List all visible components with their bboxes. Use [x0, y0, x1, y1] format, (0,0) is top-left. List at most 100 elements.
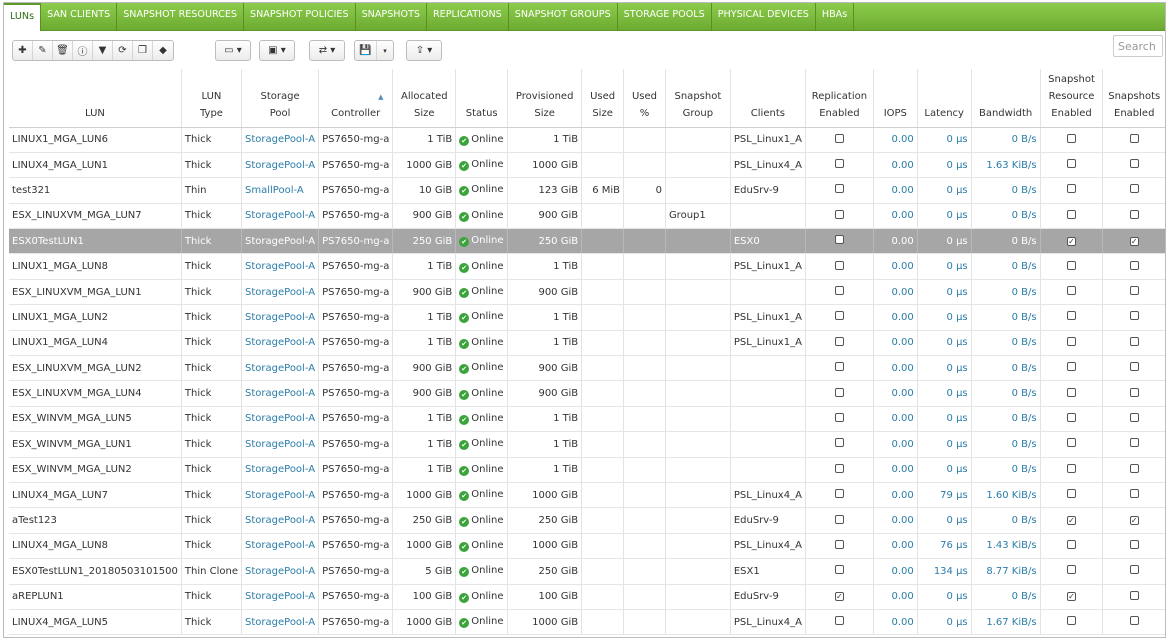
column-header-iops[interactable]: IOPS [872, 69, 918, 128]
snapshots-enabled-checkbox[interactable] [1129, 336, 1139, 346]
save-dropdown[interactable]: 💾 ▾ [354, 40, 394, 61]
snapshots-enabled-checkbox[interactable] [1129, 362, 1139, 372]
snapshot-resource-enabled-checkbox[interactable] [1067, 286, 1077, 296]
table-row[interactable]: ESX_WINVM_MGA_LUN5 Thick StoragePool-A PS76… [9, 406, 1165, 433]
table-row[interactable]: aREPLUN1 Thick StoragePool-A PS7650-mg-a 100… [9, 584, 1165, 610]
search-input[interactable] [1113, 35, 1163, 57]
table-row[interactable]: ESX0TestLUN1 Thick StoragePool-A PS7650-mg-… [9, 228, 1165, 255]
column-header-pool[interactable]: Storage Pool [241, 69, 319, 128]
snapshot-resource-enabled-checkbox[interactable]: ✓ [1067, 592, 1077, 602]
column-header-bw[interactable]: Bandwidth [970, 69, 1041, 128]
storage-pool-link[interactable]: StoragePool-A [241, 203, 319, 230]
snapshots-enabled-checkbox[interactable] [1129, 260, 1139, 270]
table-row[interactable]: ESX_LINUXVM_MGA_LUN7 Thick StoragePool-A PS… [9, 203, 1165, 230]
replication-enabled-checkbox[interactable] [834, 489, 844, 499]
storage-pool-link[interactable]: StoragePool-A [241, 431, 319, 458]
tab-snapshot-groups[interactable]: SNAPSHOT GROUPS [509, 3, 618, 31]
snapshot-resource-enabled-checkbox[interactable]: ✓ [1067, 516, 1077, 526]
replication-enabled-checkbox[interactable] [834, 412, 844, 422]
storage-pool-link[interactable]: StoragePool-A [241, 127, 319, 153]
tab-luns[interactable]: LUNs [4, 3, 42, 31]
storage-pool-link[interactable]: StoragePool-A [241, 279, 319, 306]
table-row[interactable]: LINUX4_MGA_LUN1 Thick StoragePool-A PS7650-… [9, 152, 1165, 179]
export-dropdown[interactable]: ⇪ ▾ [406, 40, 442, 61]
replication-enabled-checkbox[interactable] [834, 133, 844, 143]
snapshot-resource-enabled-checkbox[interactable] [1067, 489, 1077, 499]
storage-pool-link[interactable]: StoragePool-A [241, 253, 319, 280]
snapshot-resource-enabled-checkbox[interactable] [1067, 412, 1077, 422]
storage-pool-link[interactable]: StoragePool-A [241, 609, 319, 636]
image-dropdown[interactable]: ▣ ▾ [259, 40, 295, 61]
replication-enabled-checkbox[interactable] [834, 616, 844, 626]
snapshots-enabled-checkbox[interactable] [1129, 311, 1139, 321]
table-row[interactable]: test321 Thin SmallPool-A PS7650-mg-a 10 GiB ✔… [9, 177, 1165, 204]
table-row[interactable]: aTest123 Thick StoragePool-A PS7650-mg-a 250… [9, 507, 1165, 534]
snapshot-resource-enabled-checkbox[interactable] [1067, 336, 1077, 346]
table-row[interactable]: LINUX1_MGA_LUN2 Thick StoragePool-A PS7650-… [9, 304, 1165, 331]
column-header-clients[interactable]: Clients [729, 69, 806, 128]
storage-pool-link[interactable]: StoragePool-A [241, 330, 319, 357]
storage-pool-link[interactable]: StoragePool-A [241, 152, 319, 179]
monitor-dropdown[interactable]: ▭ ▾ [215, 40, 251, 61]
storage-pool-link[interactable]: StoragePool-A [241, 507, 319, 534]
replication-enabled-checkbox[interactable] [834, 286, 844, 296]
copy-icon[interactable]: ❐ [133, 41, 153, 60]
replication-enabled-checkbox[interactable] [834, 463, 844, 473]
storage-pool-link[interactable]: StoragePool-A [241, 355, 319, 382]
replication-enabled-checkbox[interactable] [834, 209, 844, 219]
snapshot-resource-enabled-checkbox[interactable]: ✓ [1067, 236, 1077, 246]
snapshots-enabled-checkbox[interactable] [1129, 565, 1139, 575]
table-row[interactable]: ESX_LINUXVM_MGA_LUN1 Thick StoragePool-A PS… [9, 279, 1165, 306]
table-row[interactable]: ESX_LINUXVM_MGA_LUN2 Thick StoragePool-A PS… [9, 355, 1165, 382]
snapshots-enabled-checkbox[interactable] [1129, 412, 1139, 422]
replication-enabled-checkbox[interactable] [834, 438, 844, 448]
storage-pool-link[interactable]: StoragePool-A [241, 533, 319, 560]
storage-pool-link[interactable]: StoragePool-A [241, 584, 319, 610]
swap-dropdown[interactable]: ⇄ ▾ [309, 40, 345, 61]
refresh-icon[interactable]: ⟳ [113, 41, 133, 60]
column-header-lun[interactable]: LUN [9, 69, 182, 128]
snapshot-resource-enabled-checkbox[interactable] [1067, 387, 1077, 397]
snapshot-resource-enabled-checkbox[interactable] [1067, 159, 1077, 169]
replication-enabled-checkbox[interactable] [834, 235, 844, 245]
snapshots-enabled-checkbox[interactable]: ✓ [1129, 236, 1139, 246]
sort-ascending-icon[interactable]: ▲ [378, 89, 383, 106]
replication-enabled-checkbox[interactable] [834, 159, 844, 169]
replication-enabled-checkbox[interactable]: ✓ [834, 592, 844, 602]
snapshots-enabled-checkbox[interactable] [1129, 387, 1139, 397]
table-row[interactable]: LINUX4_MGA_LUN5 Thick StoragePool-A PS7650-… [9, 609, 1165, 636]
tab-storage-pools[interactable]: STORAGE POOLS [618, 3, 712, 31]
storage-pool-link[interactable]: StoragePool-A [241, 457, 319, 483]
snapshots-enabled-checkbox[interactable] [1129, 616, 1139, 626]
storage-pool-link[interactable]: StoragePool-A [241, 558, 319, 585]
column-header-alloc[interactable]: Allocated Size [392, 69, 456, 128]
chevron-down-icon[interactable]: ▾ [377, 41, 393, 60]
tab-san-clients[interactable]: SAN CLIENTS [41, 3, 118, 31]
snapshot-resource-enabled-checkbox[interactable] [1067, 539, 1077, 549]
snapshots-enabled-checkbox[interactable] [1129, 184, 1139, 194]
column-header-group[interactable]: Snapshot Group [664, 69, 731, 128]
column-header-status[interactable]: Status [455, 69, 508, 128]
snapshot-resource-enabled-checkbox[interactable] [1067, 616, 1077, 626]
snapshots-enabled-checkbox[interactable] [1129, 133, 1139, 143]
column-header-snapen[interactable]: Snapshots Enabled [1102, 69, 1165, 128]
table-row[interactable]: LINUX1_MGA_LUN4 Thick StoragePool-A PS7650-… [9, 330, 1165, 357]
column-header-usedpct[interactable]: Used% [623, 69, 666, 128]
tab-snapshots[interactable]: SNAPSHOTS [356, 3, 428, 31]
snapshots-enabled-checkbox[interactable] [1129, 590, 1139, 600]
tab-hbas[interactable]: HBAs [816, 3, 855, 31]
swap-icon[interactable]: ⇄ ▾ [310, 41, 344, 60]
image-icon[interactable]: ▣ ▾ [260, 41, 294, 60]
snapshots-enabled-checkbox[interactable] [1129, 159, 1139, 169]
snapshots-enabled-checkbox[interactable]: ✓ [1129, 516, 1139, 526]
snapshot-resource-enabled-checkbox[interactable] [1067, 362, 1077, 372]
column-header-lat[interactable]: Latency [916, 69, 972, 128]
storage-pool-link[interactable]: SmallPool-A [241, 177, 319, 204]
replication-enabled-checkbox[interactable] [834, 260, 844, 270]
table-row[interactable]: ESX_LINUXVM_MGA_LUN4 Thick StoragePool-A PS… [9, 380, 1165, 407]
column-header-controller[interactable]: Controller ▲ [318, 69, 393, 128]
filter-icon[interactable]: ▼ [93, 41, 113, 60]
tab-snapshot-policies[interactable]: SNAPSHOT POLICIES [244, 3, 356, 31]
storage-pool-link[interactable]: StoragePool-A [241, 304, 319, 331]
storage-pool-link[interactable]: StoragePool-A [241, 482, 319, 509]
